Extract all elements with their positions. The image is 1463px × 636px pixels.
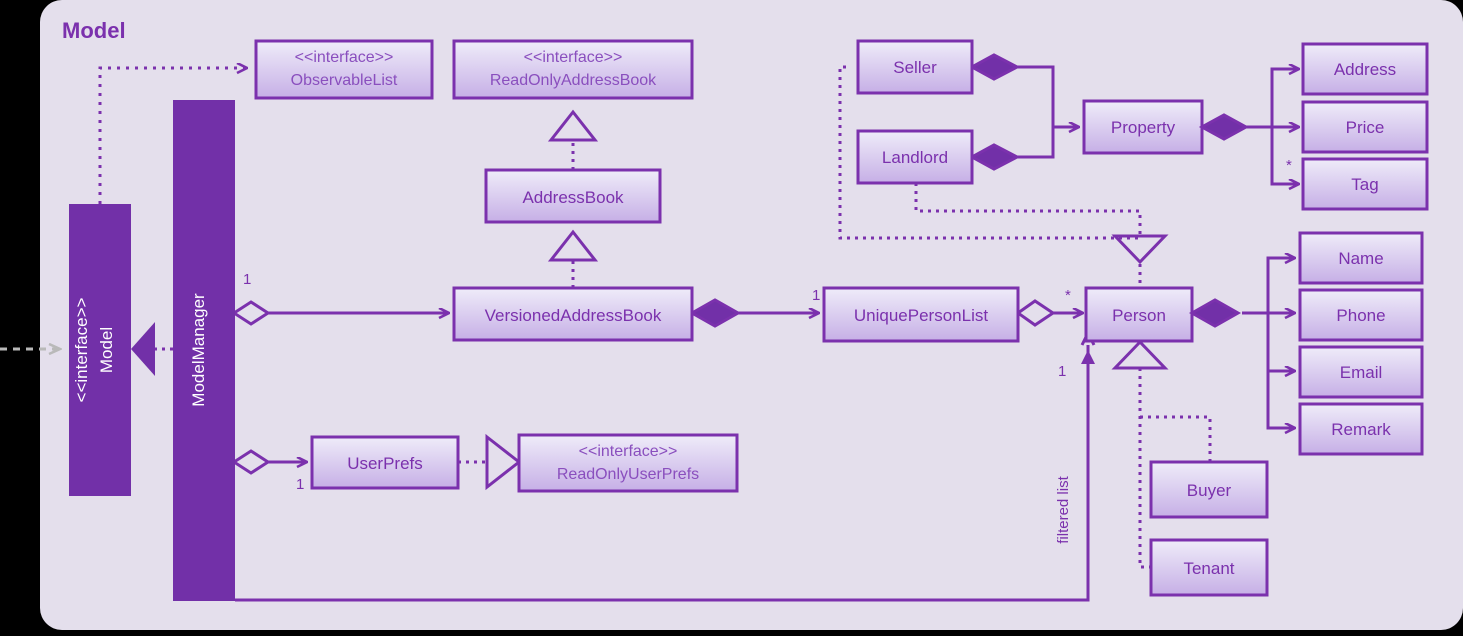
class-box-modelmanager[interactable]: ModelManager — [173, 100, 235, 601]
addressbook-name: AddressBook — [522, 188, 624, 207]
class-box-buyer[interactable]: Buyer — [1149, 460, 1269, 519]
mult-upl-person: * — [1065, 287, 1071, 304]
class-box-addressbook[interactable]: AddressBook — [484, 168, 662, 224]
mult-vab-upl: 1 — [812, 287, 820, 304]
class-box-address[interactable]: Address — [1301, 42, 1429, 96]
email-name: Email — [1340, 363, 1383, 382]
class-box-model[interactable]: <<interface>> Model — [69, 204, 131, 496]
observablelist-name: ObservableList — [291, 72, 398, 89]
class-box-tag[interactable]: Tag — [1301, 157, 1429, 211]
seller-name: Seller — [893, 58, 937, 77]
class-box-tenant[interactable]: Tenant — [1149, 538, 1269, 597]
remark-name: Remark — [1331, 420, 1391, 439]
readonlyaddressbook-name: ReadOnlyAddressBook — [490, 72, 657, 89]
filtered-list-label: filtered list — [1055, 475, 1072, 543]
class-box-property[interactable]: Property — [1082, 99, 1204, 155]
model-stereotype: <<interface>> — [72, 297, 91, 402]
versionedaddressbook-name: VersionedAddressBook — [485, 306, 662, 325]
mult-mm-vab: 1 — [243, 271, 251, 288]
class-box-observablelist[interactable]: <<interface>> ObservableList — [254, 39, 434, 100]
tenant-name: Tenant — [1183, 559, 1234, 578]
class-box-userprefs[interactable]: UserPrefs — [310, 435, 460, 490]
buyer-name: Buyer — [1187, 481, 1232, 500]
page-title: Model — [62, 18, 126, 43]
model-diagram-root: <<interface>> ObservableList <<interface… — [0, 0, 1463, 636]
class-box-name[interactable]: Name — [1298, 231, 1424, 285]
person-name: Person — [1112, 306, 1166, 325]
class-box-email[interactable]: Email — [1298, 345, 1424, 399]
readonlyaddressbook-stereotype: <<interface>> — [524, 49, 623, 66]
landlord-name: Landlord — [882, 148, 948, 167]
uml-diagram-canvas: <<interface>> ObservableList <<interface… — [0, 0, 1463, 636]
mult-mm-userprefs: 1 — [296, 476, 304, 493]
class-box-price[interactable]: Price — [1301, 100, 1429, 154]
class-box-remark[interactable]: Remark — [1298, 402, 1424, 456]
class-box-uniquepersonlist[interactable]: UniquePersonList — [822, 286, 1020, 343]
userprefs-name: UserPrefs — [347, 454, 423, 473]
name-attr-name: Name — [1338, 249, 1383, 268]
mult-person-tag: * — [1286, 157, 1292, 174]
model-name: Model — [97, 327, 116, 373]
class-box-phone[interactable]: Phone — [1298, 288, 1424, 342]
mult-filtered-list: 1 — [1058, 363, 1066, 380]
address-name: Address — [1334, 60, 1396, 79]
class-box-person[interactable]: Person — [1084, 286, 1194, 343]
class-box-landlord[interactable]: Landlord — [856, 129, 974, 185]
class-box-readonlyaddressbook[interactable]: <<interface>> ReadOnlyAddressBook — [452, 39, 694, 100]
property-name: Property — [1111, 118, 1176, 137]
price-name: Price — [1346, 118, 1385, 137]
modelmanager-name: ModelManager — [189, 293, 208, 407]
uniquepersonlist-name: UniquePersonList — [854, 306, 988, 325]
tag-name: Tag — [1351, 175, 1378, 194]
phone-name: Phone — [1336, 306, 1385, 325]
class-box-versionedaddressbook[interactable]: VersionedAddressBook — [452, 286, 694, 342]
readonlyuserprefs-name: ReadOnlyUserPrefs — [557, 466, 699, 483]
class-box-readonlyuserprefs[interactable]: <<interface>> ReadOnlyUserPrefs — [517, 433, 739, 493]
readonlyuserprefs-stereotype: <<interface>> — [579, 443, 678, 460]
observablelist-stereotype: <<interface>> — [295, 49, 394, 66]
class-box-seller[interactable]: Seller — [856, 39, 974, 95]
